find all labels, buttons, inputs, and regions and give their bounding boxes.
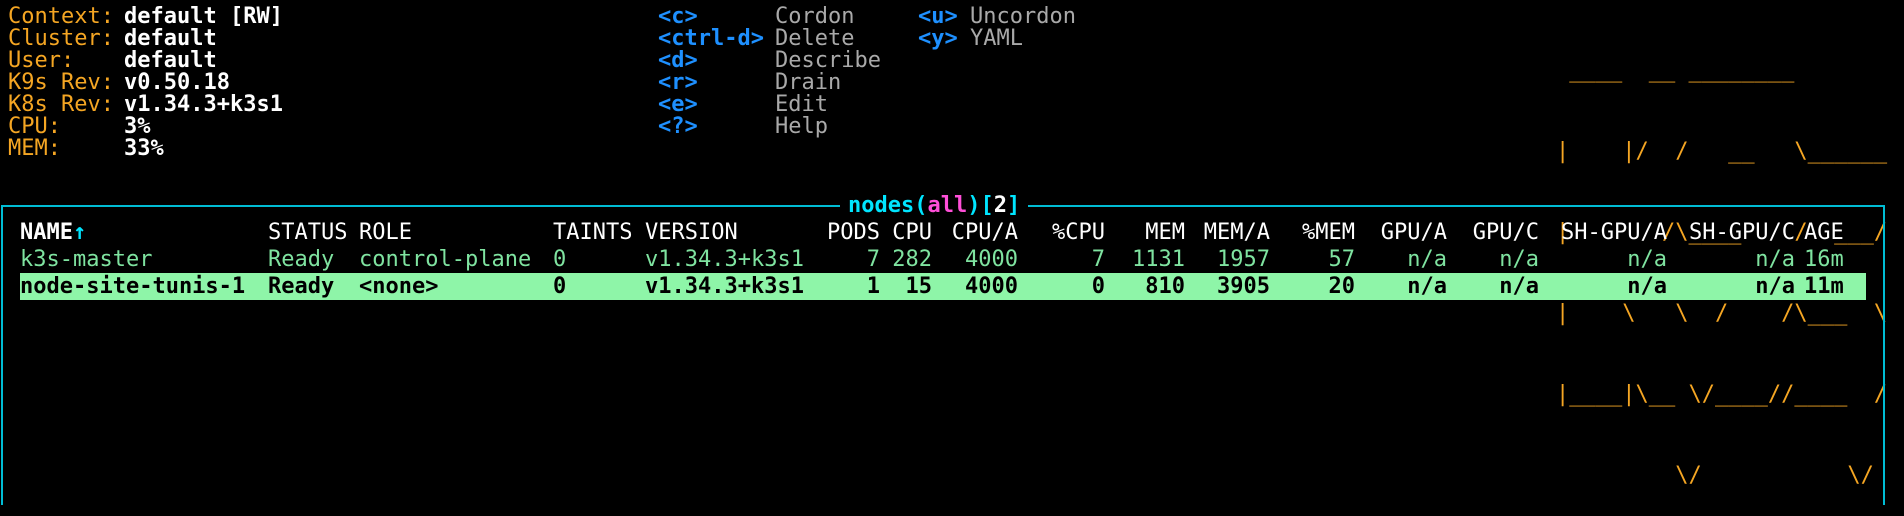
column-header-name[interactable]: NAME↑: [20, 219, 86, 246]
column-header-cpu[interactable]: CPU: [882, 219, 932, 246]
shortcut-key[interactable]: <?>: [658, 113, 698, 140]
cell-cpu-a: 4000: [965, 274, 1018, 299]
cell-mem: 810: [1145, 274, 1185, 299]
cell-name: k3s-master: [20, 247, 153, 272]
cell-pmem: 20: [1328, 274, 1356, 299]
cell-role: <none>: [359, 274, 439, 299]
info-label: MEM:: [8, 136, 61, 161]
cell-version: v1.34.3+k3s1: [645, 274, 804, 299]
namespace-filter: all: [927, 193, 968, 218]
cell-gpu-a: n/a: [1407, 274, 1447, 299]
column-header-mem-a[interactable]: MEM/A: [1185, 219, 1270, 246]
cell-age: 11m: [1804, 274, 1844, 299]
cell-status: Ready: [268, 247, 335, 272]
shortcut-key[interactable]: <y>: [918, 25, 958, 52]
column-header-gpu-c[interactable]: GPU/C: [1447, 219, 1539, 246]
cell-mem: 1131: [1132, 247, 1185, 272]
cell-taints: 0: [553, 274, 567, 299]
cell-pcpu: 7: [1091, 247, 1105, 272]
column-header-gpu-a[interactable]: GPU/A: [1355, 219, 1447, 246]
resource-name: nodes: [848, 193, 915, 218]
shortcut-help[interactable]: Help: [775, 113, 828, 140]
column-header-version[interactable]: VERSION: [645, 219, 738, 246]
cell-pods: 1: [866, 274, 880, 299]
sort-arrow-icon: ↑: [72, 220, 87, 245]
cell-sh-gpu-c: n/a: [1755, 274, 1795, 299]
bracket-open: [: [980, 193, 994, 218]
column-header-sh-gpu-a[interactable]: SH-GPU/A: [1539, 219, 1667, 246]
cell-cpu-a: 4000: [965, 247, 1018, 272]
paren-close: ): [967, 193, 981, 218]
cell-name: node-site-tunis-1: [20, 274, 246, 299]
cell-pmem: 57: [1328, 247, 1356, 272]
bracket-close: ]: [1006, 193, 1021, 218]
table-row[interactable]: k3s-master Ready control-plane 0 v1.34.3…: [20, 246, 1866, 273]
column-header-pmem[interactable]: %MEM: [1270, 219, 1355, 246]
cell-sh-gpu-a: n/a: [1627, 247, 1667, 272]
column-header-status[interactable]: STATUS: [268, 219, 347, 246]
cell-status: Ready: [268, 274, 335, 299]
table-header: NAME↑ STATUS ROLE TAINTS VERSION PODS CP…: [20, 219, 1866, 246]
shortcut-yaml[interactable]: YAML: [970, 25, 1023, 52]
cell-mem-a: 3905: [1217, 274, 1270, 299]
column-header-pcpu[interactable]: %CPU: [1025, 219, 1105, 246]
resource-count: 2: [993, 193, 1007, 218]
info-value: 33%: [124, 136, 164, 161]
column-header-cpu-a[interactable]: CPU/A: [938, 219, 1018, 246]
column-header-mem[interactable]: MEM: [1100, 219, 1185, 246]
cell-cpu: 282: [892, 247, 932, 272]
cell-cpu: 15: [905, 274, 933, 299]
paren-open: (: [914, 193, 928, 218]
cell-version: v1.34.3+k3s1: [645, 247, 804, 272]
cell-sh-gpu-c: n/a: [1755, 247, 1795, 272]
cell-mem-a: 1957: [1217, 247, 1270, 272]
cell-pods: 7: [866, 247, 880, 272]
column-header-taints[interactable]: TAINTS: [553, 219, 632, 246]
column-header-role[interactable]: ROLE: [359, 219, 412, 246]
logo-line: | |/ / __ \______: [1556, 139, 1888, 164]
cell-gpu-a: n/a: [1407, 247, 1447, 272]
frame-title: nodes(all)[2]: [840, 192, 1029, 219]
cell-gpu-c: n/a: [1499, 274, 1539, 299]
column-header-sh-gpu-c[interactable]: SH-GPU/C: [1667, 219, 1795, 246]
cell-age: 16m: [1804, 247, 1844, 272]
cell-gpu-c: n/a: [1499, 247, 1539, 272]
column-header-pods[interactable]: PODS: [800, 219, 880, 246]
cell-sh-gpu-a: n/a: [1627, 274, 1667, 299]
cell-pcpu: 0: [1091, 274, 1105, 299]
cell-taints: 0: [553, 247, 567, 272]
logo-line: ____ __ ________: [1556, 58, 1888, 83]
table-row-selected[interactable]: node-site-tunis-1 Ready <none> 0 v1.34.3…: [20, 273, 1866, 300]
column-header-age[interactable]: AGE: [1804, 219, 1844, 246]
cell-role: control-plane: [359, 247, 532, 272]
